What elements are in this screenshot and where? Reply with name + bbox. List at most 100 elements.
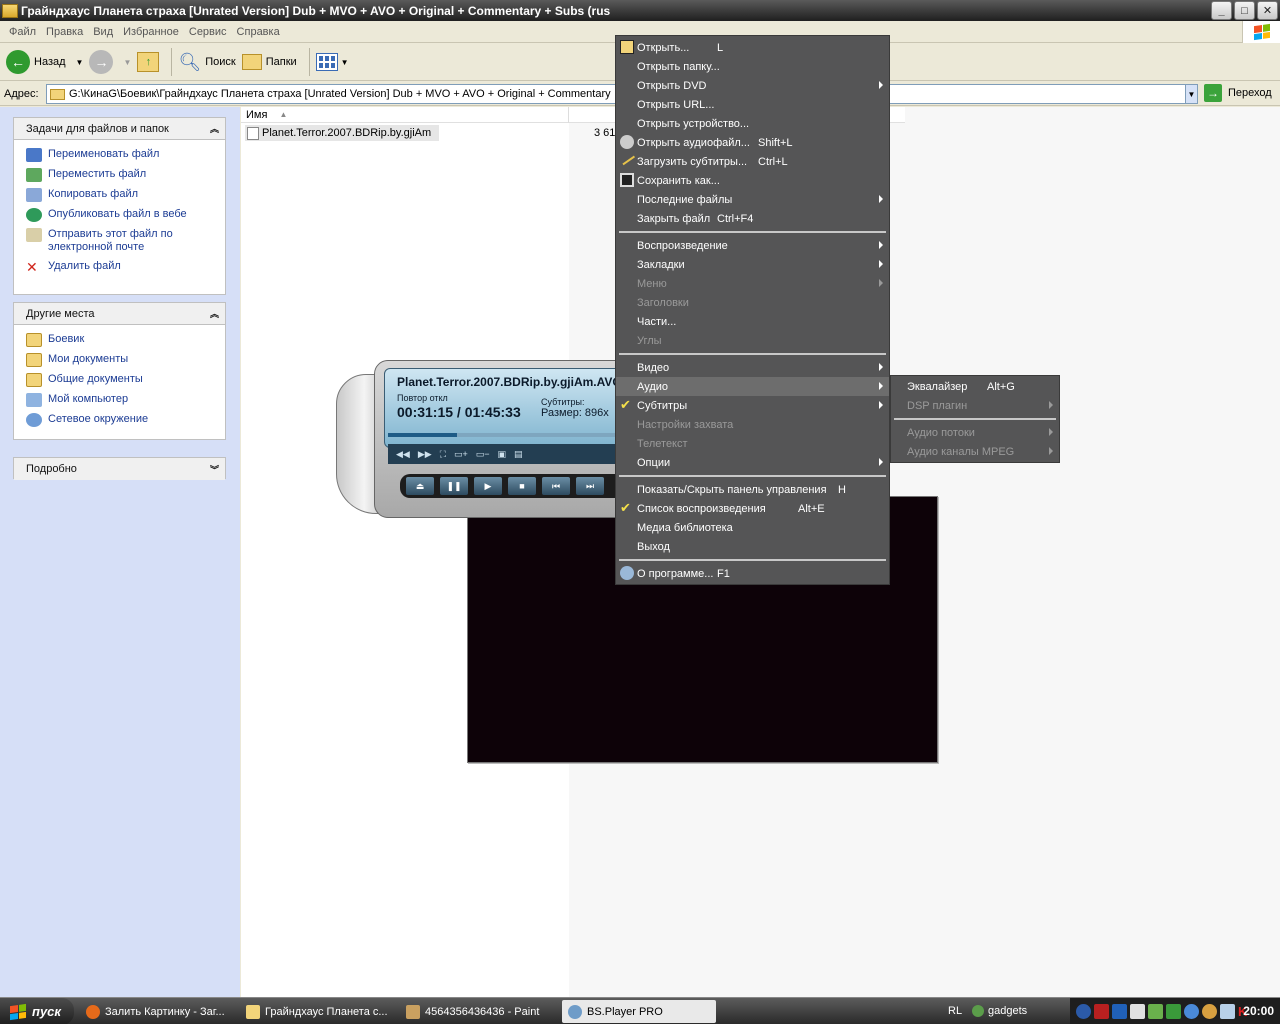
maximize-button[interactable]: □ bbox=[1234, 1, 1255, 20]
menu-load-subtitles[interactable]: Загрузить субтитры... Ctrl+L bbox=[616, 150, 889, 171]
clock[interactable]: 20:00 bbox=[1243, 1004, 1274, 1018]
tray-app-icon[interactable] bbox=[1202, 1004, 1217, 1019]
taskbar-item-paint[interactable]: 4564356436436 - Paint bbox=[400, 1000, 560, 1023]
task-rename[interactable]: Переименовать файл bbox=[26, 148, 219, 162]
menu-label: Открыть папку... bbox=[637, 60, 720, 73]
next-button[interactable]: ⏭ bbox=[576, 477, 604, 495]
fast-forward-icon[interactable]: ▶▶ bbox=[418, 449, 432, 460]
tray-app-icon[interactable] bbox=[1184, 1004, 1199, 1019]
collapse-icon[interactable]: ︽ bbox=[210, 307, 219, 320]
tray-app-icon[interactable] bbox=[1166, 1004, 1181, 1019]
place-my-documents[interactable]: Мои документы bbox=[26, 353, 219, 367]
menu-shortcut: F1 bbox=[717, 567, 730, 580]
volume-icon[interactable] bbox=[1220, 1004, 1235, 1019]
menu-media-library[interactable]: Медиа библиотека bbox=[616, 518, 889, 537]
collapse-icon[interactable]: ︽ bbox=[210, 122, 219, 135]
menu-recent-files[interactable]: Последние файлы bbox=[616, 190, 889, 209]
task-email[interactable]: Отправить этот файл по электронной почте bbox=[26, 228, 219, 254]
menu-options[interactable]: Опции bbox=[616, 453, 889, 472]
play-button[interactable]: ▶ bbox=[474, 477, 502, 495]
language-indicator[interactable]: RL bbox=[948, 1005, 962, 1017]
file-row[interactable]: Planet.Terror.2007.BDRip.by.gjiAm bbox=[245, 125, 439, 141]
menu-audio[interactable]: Аудио bbox=[616, 377, 889, 396]
forward-button[interactable]: → ▼ bbox=[89, 50, 131, 74]
menu-bookmarks[interactable]: Закладки bbox=[616, 255, 889, 274]
start-button[interactable]: пуск bbox=[0, 998, 74, 1024]
place-action[interactable]: Боевик bbox=[26, 333, 219, 347]
back-button[interactable]: ← Назад ▼ bbox=[6, 50, 83, 74]
place-my-computer[interactable]: Мой компьютер bbox=[26, 393, 219, 407]
menu-close-file[interactable]: Закрыть файл Ctrl+F4 bbox=[616, 209, 889, 228]
go-label: Переход bbox=[1228, 87, 1272, 99]
search-button[interactable]: 🔍︎ Поиск bbox=[178, 52, 235, 73]
zoom-out-icon[interactable]: ▭− bbox=[476, 449, 490, 460]
menu-open-folder[interactable]: Открыть папку... bbox=[616, 57, 889, 76]
menu-open[interactable]: Открыть... L bbox=[616, 38, 889, 57]
place-network[interactable]: Сетевое окружение bbox=[26, 413, 219, 427]
expand-icon[interactable]: ︾ bbox=[210, 463, 219, 476]
tray-app-icon[interactable] bbox=[1112, 1004, 1127, 1019]
menu-subtitles[interactable]: ✔ Субтитры bbox=[616, 396, 889, 415]
views-button[interactable]: ▼ bbox=[315, 53, 349, 71]
previous-button[interactable]: ⏮ bbox=[542, 477, 570, 495]
eject-button[interactable]: ⏏ bbox=[406, 477, 434, 495]
menu-help[interactable]: Справка bbox=[232, 26, 285, 38]
menu-tools[interactable]: Сервис bbox=[184, 26, 232, 38]
minimize-button[interactable]: _ bbox=[1211, 1, 1232, 20]
up-folder-button[interactable]: ↑ bbox=[137, 52, 160, 72]
taskbar-item-bsplayer[interactable]: BS.Player PRO bbox=[562, 1000, 716, 1023]
menu-chapters[interactable]: Части... bbox=[616, 312, 889, 331]
taskbar-item-explorer[interactable]: Грайндхаус Планета с... bbox=[240, 1000, 400, 1023]
menu-video[interactable]: Видео bbox=[616, 358, 889, 377]
other-places-header[interactable]: Другие места ︽ bbox=[14, 303, 225, 325]
task-move[interactable]: Переместить файл bbox=[26, 168, 219, 182]
player-repeat-status[interactable]: Повтор откл bbox=[397, 393, 448, 403]
tray-app-icon[interactable] bbox=[1094, 1004, 1109, 1019]
address-dropdown-button[interactable]: ▼ bbox=[1185, 85, 1197, 103]
close-button[interactable]: ✕ bbox=[1257, 1, 1278, 20]
details-header[interactable]: Подробно ︾ bbox=[14, 458, 225, 480]
rewind-icon[interactable]: ◀◀ bbox=[396, 449, 410, 460]
menu-view[interactable]: Вид bbox=[88, 26, 118, 38]
menu-equalizer[interactable]: Эквалайзер Alt+G bbox=[891, 377, 1059, 396]
place-shared-documents[interactable]: Общие документы bbox=[26, 373, 219, 387]
task-delete[interactable]: ✕ Удалить файл bbox=[26, 260, 219, 274]
network-icon[interactable] bbox=[1148, 1004, 1163, 1019]
menu-separator bbox=[616, 472, 889, 480]
seek-bar[interactable] bbox=[388, 433, 618, 437]
zoom-in-icon[interactable]: ▭+ bbox=[454, 449, 468, 460]
pause-button[interactable]: ❚❚ bbox=[440, 477, 468, 495]
stop-button[interactable]: ■ bbox=[508, 477, 536, 495]
window-title-bar[interactable]: Грайндхаус Планета страха [Unrated Versi… bbox=[0, 0, 1280, 21]
capture-icon[interactable]: ▣ bbox=[498, 449, 507, 460]
go-button[interactable]: → Переход bbox=[1204, 84, 1272, 102]
menu-open-dvd[interactable]: Открыть DVD bbox=[616, 76, 889, 95]
name-column-header[interactable]: Имя ▲ bbox=[241, 106, 569, 123]
menu-file[interactable]: Файл bbox=[4, 26, 41, 38]
menu-save-as[interactable]: Сохранить как... bbox=[616, 171, 889, 190]
menu-open-device[interactable]: Открыть устройство... bbox=[616, 114, 889, 133]
menu-playback[interactable]: Воспроизведение bbox=[616, 236, 889, 255]
tray-app-icon[interactable] bbox=[1130, 1004, 1145, 1019]
menu-toggle-control-panel[interactable]: Показать/Скрыть панель управления H bbox=[616, 480, 889, 499]
subtitle-icon[interactable]: ▤ bbox=[514, 449, 523, 460]
menu-open-audio[interactable]: Открыть аудиофайл... Shift+L bbox=[616, 133, 889, 152]
back-dropdown-icon[interactable]: ▼ bbox=[76, 58, 84, 67]
menu-edit[interactable]: Правка bbox=[41, 26, 88, 38]
menu-favorites[interactable]: Избранное bbox=[118, 26, 184, 38]
menu-about[interactable]: О программе... F1 bbox=[616, 564, 889, 583]
task-copy[interactable]: Копировать файл bbox=[26, 188, 219, 202]
bluetooth-icon[interactable] bbox=[1076, 1004, 1091, 1019]
menu-open-url[interactable]: Открыть URL... bbox=[616, 95, 889, 114]
menu-playlist[interactable]: ✔ Список воспроизведения Alt+E bbox=[616, 499, 889, 518]
bsplayer-control-panel[interactable]: Planet.Terror.2007.BDRip.by.gjiAm.AVC По… bbox=[336, 360, 618, 518]
task-publish[interactable]: Опубликовать файл в вебе bbox=[26, 208, 219, 222]
folders-button[interactable]: Папки bbox=[241, 54, 297, 70]
task-label: Удалить файл bbox=[48, 260, 121, 272]
fullscreen-icon[interactable]: ⛶ bbox=[440, 449, 446, 460]
file-tasks-header[interactable]: Задачи для файлов и папок ︽ bbox=[14, 118, 225, 140]
gadgets-toolbar[interactable]: gadgets bbox=[972, 1005, 1027, 1018]
forward-dropdown-icon[interactable]: ▼ bbox=[123, 58, 131, 67]
taskbar-item-firefox[interactable]: Залить Картинку - Заг... bbox=[80, 1000, 240, 1023]
menu-exit[interactable]: Выход bbox=[616, 537, 889, 556]
